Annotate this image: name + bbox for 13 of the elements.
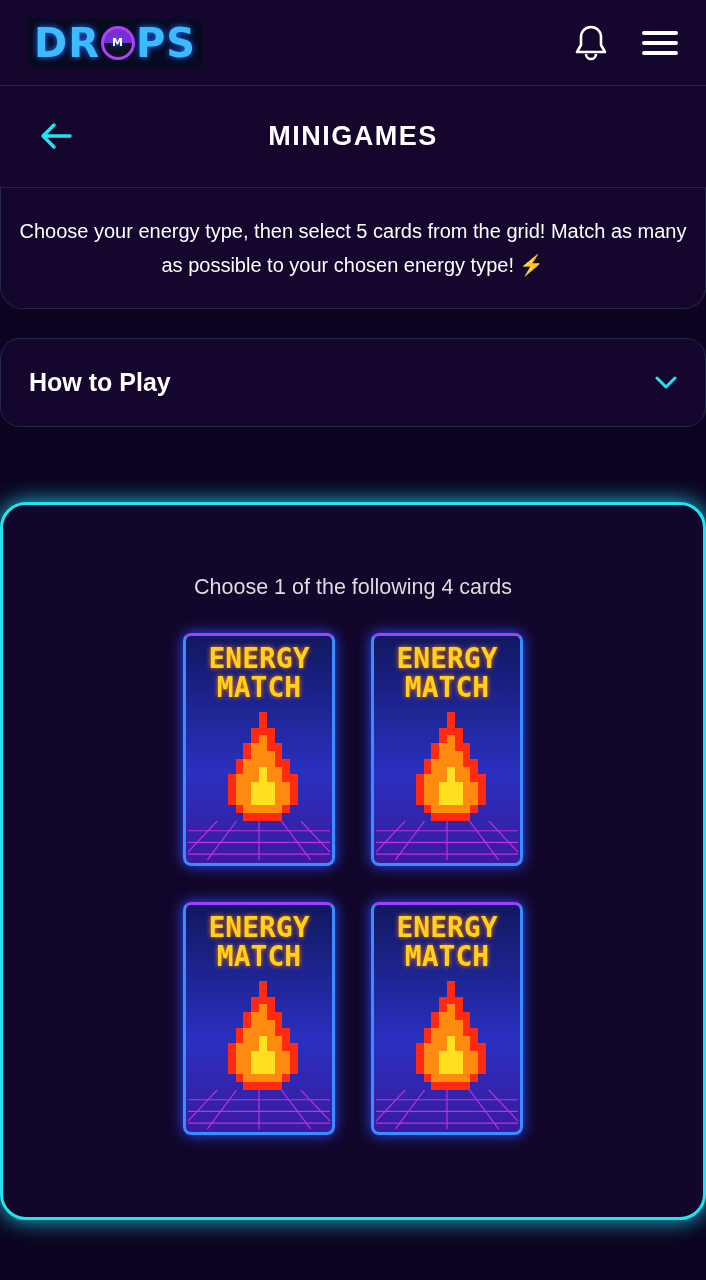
- page-title: MINIGAMES: [268, 120, 438, 154]
- game-card[interactable]: ENERGY MATCH: [371, 633, 523, 867]
- game-card[interactable]: ENERGY MATCH: [183, 902, 335, 1136]
- game-card[interactable]: ENERGY MATCH: [183, 633, 335, 867]
- back-arrow-icon[interactable]: [40, 122, 72, 150]
- prompt-text: Choose 1 of the following 4 cards: [193, 574, 513, 601]
- notification-bell-icon[interactable]: [574, 23, 608, 62]
- how-to-play-toggle[interactable]: How to Play: [0, 338, 706, 427]
- chevron-icon: [655, 375, 677, 390]
- menu-icon[interactable]: [642, 29, 678, 56]
- instructions-text: Choose your energy type, then select 5 cards from the grid! Match as many as possible to your chosen energy type! ⚡: [0, 188, 706, 309]
- logo[interactable]: DR M PS: [28, 18, 203, 67]
- game-card[interactable]: ENERGY MATCH: [371, 902, 523, 1136]
